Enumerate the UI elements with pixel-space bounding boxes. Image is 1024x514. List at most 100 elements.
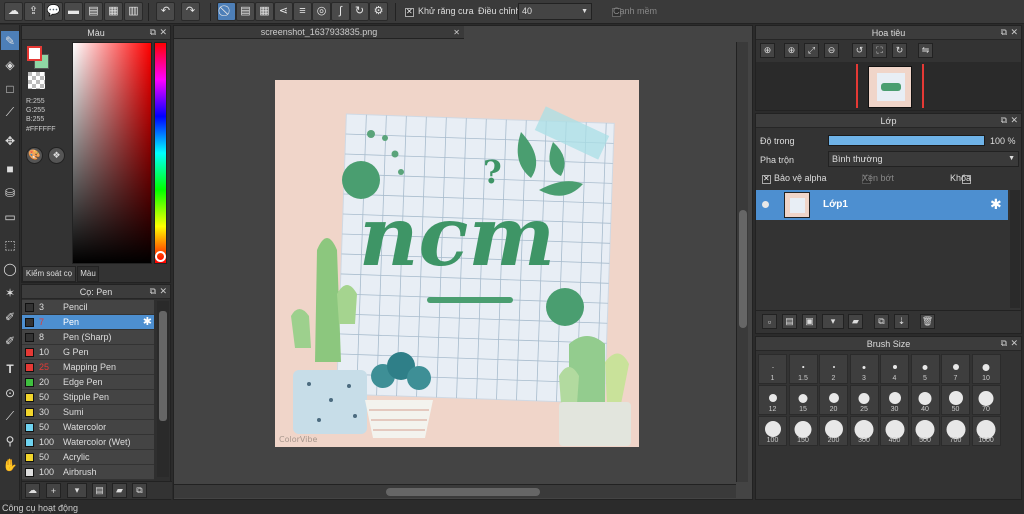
fill-rect-tool-icon[interactable]: ■ xyxy=(1,159,19,178)
tab-brush-control[interactable]: Kiểm soát cọ xyxy=(22,266,76,282)
hatch-icon[interactable]: ▤ xyxy=(236,2,255,21)
close-icon[interactable]: ✕ xyxy=(159,27,167,38)
folder-icon[interactable]: ▰ xyxy=(112,483,127,498)
canvas-tab[interactable]: screenshot_1637933835.png ✕ xyxy=(174,26,464,39)
brush-size-option[interactable]: 10 xyxy=(971,354,1001,384)
tab-color[interactable]: Màu xyxy=(77,266,99,282)
scrollbar-thumb[interactable] xyxy=(386,488,540,496)
redo-icon[interactable]: ↷ xyxy=(181,2,200,21)
undo-icon[interactable]: ↶ xyxy=(156,2,175,21)
palette-icon[interactable]: 🎨 xyxy=(26,147,43,164)
brush-menu-icon[interactable]: ▾ xyxy=(67,483,87,498)
brush-item[interactable]: 20 Edge Pen xyxy=(22,375,154,390)
brush-size-option[interactable]: 7 xyxy=(941,354,970,384)
layer-list-scrollbar[interactable] xyxy=(1010,190,1020,308)
brush-size-option[interactable]: 100 xyxy=(758,416,787,446)
add-layer-menu-icon[interactable]: ▾ xyxy=(822,314,844,329)
detach-icon[interactable]: ⧉ xyxy=(1001,115,1007,126)
rotate-right-icon[interactable]: ↻ xyxy=(892,43,907,58)
bucket-tool-icon[interactable]: ⛁ xyxy=(1,183,19,202)
move-tool-icon[interactable]: ✥ xyxy=(1,131,19,150)
chat-icon[interactable]: ▬ xyxy=(64,2,83,21)
folder-icon[interactable]: ▰ xyxy=(848,314,863,329)
rotate-left-icon[interactable]: ↺ xyxy=(852,43,867,58)
layer-settings-icon[interactable]: ✱ xyxy=(990,196,1002,213)
cloud-brush-icon[interactable]: ☁ xyxy=(25,483,40,498)
brush-tool-icon[interactable]: ✎ xyxy=(1,31,19,50)
brush-size-option[interactable]: 400 xyxy=(880,416,909,446)
hue-handle[interactable] xyxy=(155,251,166,262)
anti-alias-checkbox[interactable] xyxy=(405,7,414,17)
scrollbar-thumb[interactable] xyxy=(159,311,167,421)
magic-wand-icon[interactable]: ✶ xyxy=(1,283,19,302)
duplicate-icon[interactable]: ⧉ xyxy=(132,483,147,498)
line-tool-icon[interactable]: ⟋ xyxy=(1,103,19,122)
brush-size-option[interactable]: 700 xyxy=(941,416,970,446)
navigator-preview[interactable] xyxy=(756,62,1021,110)
flip-icon[interactable]: ⇋ xyxy=(918,43,933,58)
foreground-color-swatch[interactable] xyxy=(27,46,42,61)
brush-item[interactable]: 50 Stipple Pen xyxy=(22,390,154,405)
eyedropper-tool-icon[interactable]: ⚲ xyxy=(1,431,19,450)
parallel-lines-icon[interactable]: ≡ xyxy=(293,2,312,21)
close-icon[interactable]: ✕ xyxy=(1010,115,1018,126)
gradient-tool-icon[interactable]: ▭ xyxy=(1,207,19,226)
hue-slider[interactable] xyxy=(154,42,167,264)
close-icon[interactable]: ✕ xyxy=(159,286,167,297)
brush-size-option[interactable]: 1.5 xyxy=(788,354,818,384)
close-icon[interactable]: ✕ xyxy=(1010,338,1018,349)
blend-mode-select[interactable]: Bình thường ▼ xyxy=(828,151,1019,167)
radial-lines-icon[interactable]: ⋖ xyxy=(274,2,293,21)
brush-size-option[interactable]: 200 xyxy=(819,416,848,446)
visibility-icon[interactable] xyxy=(762,201,769,208)
color-history-icon[interactable]: ❖ xyxy=(48,147,65,164)
select-eraser-icon[interactable]: ✐ xyxy=(1,331,19,350)
transparent-color-swatch[interactable] xyxy=(28,72,45,89)
scrollbar-thumb[interactable] xyxy=(739,210,747,328)
grid-fill-icon[interactable]: ▦ xyxy=(255,2,274,21)
detach-icon[interactable]: ⧉ xyxy=(150,27,156,38)
detach-icon[interactable]: ⧉ xyxy=(1001,27,1007,38)
protect-alpha-checkbox[interactable] xyxy=(762,174,771,184)
duplicate-layer-icon[interactable]: ⧉ xyxy=(874,314,889,329)
brush-item[interactable]: 50 Acrylic xyxy=(22,450,154,465)
concentric-icon[interactable]: ◎ xyxy=(312,2,331,21)
delete-layer-icon[interactable]: 🗑 xyxy=(920,314,935,329)
new-halftone-layer-icon[interactable]: ▤ xyxy=(782,314,797,329)
document-icon[interactable]: ▤ xyxy=(84,2,103,21)
brush-size-option[interactable]: 50 xyxy=(941,385,970,415)
artwork[interactable]: ? ncm ColorVibe xyxy=(275,80,639,447)
brush-size-option[interactable]: 20 xyxy=(819,385,848,415)
operation-tool-icon[interactable]: ⊙ xyxy=(1,383,19,402)
brush-item[interactable]: 100 Airbrush xyxy=(22,465,154,480)
brush-settings-icon[interactable]: ▤ xyxy=(92,483,107,498)
saturation-value-picker[interactable] xyxy=(72,42,152,264)
grid-menu-icon[interactable]: ▥ xyxy=(124,2,143,21)
brush-list-scrollbar[interactable] xyxy=(157,301,169,477)
export-icon[interactable]: ⇪ xyxy=(24,2,43,21)
close-icon[interactable]: ✕ xyxy=(1010,27,1018,38)
brush-size-option[interactable]: 12 xyxy=(758,385,787,415)
brush-size-option[interactable]: 300 xyxy=(849,416,879,446)
canvas-horizontal-scrollbar[interactable] xyxy=(174,484,736,498)
brush-item[interactable]: 8 Pen (Sharp) xyxy=(22,330,154,345)
select-rect-icon[interactable]: ⬚ xyxy=(1,235,19,254)
lasso-tool-icon[interactable]: ◯ xyxy=(1,259,19,278)
brush-item[interactable]: 100 Watercolor (Wet) xyxy=(22,435,154,450)
opacity-slider[interactable] xyxy=(828,135,985,146)
text-tool-icon[interactable]: T xyxy=(1,359,19,378)
brush-size-option[interactable]: 40 xyxy=(910,385,940,415)
cloud-icon[interactable]: ☁ xyxy=(4,2,23,21)
brush-size-option[interactable]: 5 xyxy=(910,354,940,384)
fit-screen-icon[interactable]: ⤢ xyxy=(804,43,819,58)
hand-tool-icon[interactable]: ✋ xyxy=(1,455,19,474)
brush-item[interactable]: 10 G Pen xyxy=(22,345,154,360)
add-brush-icon[interactable]: + xyxy=(46,483,61,498)
settings-gear-icon[interactable]: ⚙ xyxy=(369,2,388,21)
brush-item[interactable]: 25 Mapping Pen xyxy=(22,360,154,375)
brush-size-option[interactable]: 500 xyxy=(910,416,940,446)
comment-icon[interactable]: 💬 xyxy=(44,2,63,21)
brush-size-option[interactable]: 70 xyxy=(971,385,1001,415)
brush-size-option[interactable]: 25 xyxy=(849,385,879,415)
canvas-vertical-scrollbar[interactable] xyxy=(736,42,748,482)
